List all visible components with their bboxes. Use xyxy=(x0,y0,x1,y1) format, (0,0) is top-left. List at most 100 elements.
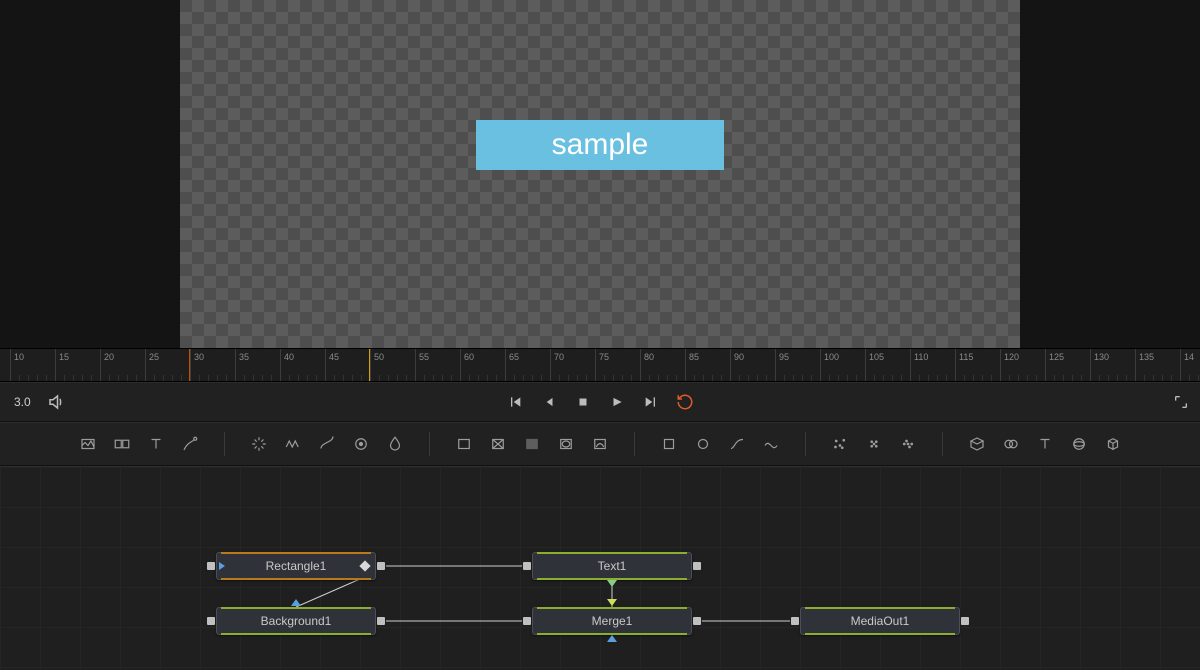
time-ruler[interactable]: 1015202530354045505560657075808590951001… xyxy=(0,348,1200,382)
ruler-tick[interactable]: 30 xyxy=(190,349,204,381)
ruler-tick[interactable]: 95 xyxy=(775,349,789,381)
blur-tool-icon[interactable] xyxy=(383,432,407,456)
spline-b-tool-icon[interactable] xyxy=(759,432,783,456)
node-output-port[interactable] xyxy=(377,617,385,625)
text-tool-icon[interactable] xyxy=(144,432,168,456)
ruler-minor-tick xyxy=(766,375,767,381)
node-output-port[interactable] xyxy=(693,562,701,570)
spline-a-tool-icon[interactable] xyxy=(725,432,749,456)
shape-3d-tool-icon[interactable] xyxy=(965,432,989,456)
step-back-icon[interactable] xyxy=(538,391,560,413)
background-tool-icon[interactable] xyxy=(76,432,100,456)
matte-tool-icon[interactable] xyxy=(520,432,544,456)
sparkle-tool-icon[interactable] xyxy=(247,432,271,456)
mask-ellipse-tool-icon[interactable] xyxy=(554,432,578,456)
ruler-minor-tick xyxy=(1189,375,1190,381)
ruler-tick[interactable]: 80 xyxy=(640,349,654,381)
node-input-port[interactable] xyxy=(207,562,215,570)
text-3d-tool-icon[interactable] xyxy=(1033,432,1057,456)
paint-tool-icon[interactable] xyxy=(178,432,202,456)
circle-tool-icon[interactable] xyxy=(691,432,715,456)
node-input-port[interactable] xyxy=(207,617,215,625)
cube-tool-icon[interactable] xyxy=(1101,432,1125,456)
ruler-minor-tick xyxy=(1126,375,1127,381)
loop-icon[interactable] xyxy=(674,391,696,413)
ruler-minor-tick xyxy=(586,375,587,381)
ruler-tick[interactable]: 85 xyxy=(685,349,699,381)
ruler-minor-tick xyxy=(721,375,722,381)
color-balance-tool-icon[interactable] xyxy=(349,432,373,456)
viewer-panel[interactable]: sample xyxy=(0,0,1200,348)
ruler-tick[interactable]: 70 xyxy=(550,349,564,381)
ruler-minor-tick xyxy=(82,375,83,381)
keyframe-marker[interactable] xyxy=(369,349,370,381)
toolbar-group xyxy=(239,432,415,456)
node-port-icon[interactable] xyxy=(607,635,617,642)
ruler-minor-tick xyxy=(1153,375,1154,381)
mediain-tool-icon[interactable] xyxy=(110,432,134,456)
mask-bezier-tool-icon[interactable] xyxy=(588,432,612,456)
expand-icon[interactable] xyxy=(1170,391,1192,413)
node-output-port[interactable] xyxy=(693,617,701,625)
node-text[interactable]: Text1 xyxy=(532,552,692,580)
ruler-minor-tick xyxy=(1171,375,1172,381)
zigzag-tool-icon[interactable] xyxy=(281,432,305,456)
toolbar-separator xyxy=(224,432,225,456)
viewer-letterbox xyxy=(0,0,180,348)
ruler-tick[interactable]: 15 xyxy=(55,349,69,381)
ruler-tick[interactable]: 55 xyxy=(415,349,429,381)
ruler-tick[interactable]: 25 xyxy=(145,349,159,381)
node-out[interactable]: MediaOut1 xyxy=(800,607,960,635)
ruler-minor-tick xyxy=(739,375,740,381)
node-input-port[interactable] xyxy=(791,617,799,625)
stop-icon[interactable] xyxy=(572,391,594,413)
ruler-minor-tick xyxy=(919,375,920,381)
node-graph[interactable]: Rectangle1 Background1 Text1 Merge1 MediaOut… xyxy=(0,466,1200,670)
skip-start-icon[interactable] xyxy=(504,391,526,413)
ruler-tick[interactable]: 14 xyxy=(1180,349,1194,381)
curve-tool-icon[interactable] xyxy=(315,432,339,456)
volume-icon[interactable] xyxy=(45,391,67,413)
mask-poly-tool-icon[interactable] xyxy=(486,432,510,456)
ruler-tick[interactable]: 65 xyxy=(505,349,519,381)
node-port-icon[interactable] xyxy=(291,599,301,606)
mask-rect-tool-icon[interactable] xyxy=(452,432,476,456)
ruler-minor-tick xyxy=(541,375,542,381)
crop-tool-icon[interactable] xyxy=(657,432,681,456)
node-port-icon[interactable] xyxy=(607,599,617,606)
ruler-tick[interactable]: 35 xyxy=(235,349,249,381)
node-label: Rectangle1 xyxy=(223,559,369,573)
node-input-port[interactable] xyxy=(523,617,531,625)
play-icon[interactable] xyxy=(606,391,628,413)
ruler-tick[interactable]: 40 xyxy=(280,349,294,381)
ruler-tick[interactable]: 20 xyxy=(100,349,114,381)
ruler-minor-tick xyxy=(838,375,839,381)
particles-a-tool-icon[interactable] xyxy=(828,432,852,456)
playhead[interactable] xyxy=(189,349,190,381)
preview-canvas[interactable]: sample xyxy=(180,0,1020,348)
node-input-port[interactable] xyxy=(523,562,531,570)
node-output-port[interactable] xyxy=(961,617,969,625)
ruler-minor-tick xyxy=(163,375,164,381)
ruler-tick[interactable]: 50 xyxy=(370,349,384,381)
node-merge[interactable]: Merge1 xyxy=(532,607,692,635)
toolbar-group xyxy=(444,432,620,456)
particles-b-tool-icon[interactable] xyxy=(862,432,886,456)
ruler-minor-tick xyxy=(154,375,155,381)
ruler-minor-tick xyxy=(874,375,875,381)
ruler-tick[interactable]: 75 xyxy=(595,349,609,381)
sphere-tool-icon[interactable] xyxy=(1067,432,1091,456)
ruler-tick[interactable]: 45 xyxy=(325,349,339,381)
ruler-minor-tick xyxy=(1198,375,1199,381)
skip-end-icon[interactable] xyxy=(640,391,662,413)
node-rect[interactable]: Rectangle1 xyxy=(216,552,376,580)
ruler-tick[interactable]: 90 xyxy=(730,349,744,381)
node-bg[interactable]: Background1 xyxy=(216,607,376,635)
merge-3d-tool-icon[interactable] xyxy=(999,432,1023,456)
node-output-port[interactable] xyxy=(377,562,385,570)
ruler-tick[interactable]: 60 xyxy=(460,349,474,381)
zoom-readout[interactable]: 3.0 xyxy=(8,391,37,413)
ruler-tick[interactable]: 10 xyxy=(10,349,24,381)
particles-c-tool-icon[interactable] xyxy=(896,432,920,456)
node-port-icon[interactable] xyxy=(607,580,617,587)
